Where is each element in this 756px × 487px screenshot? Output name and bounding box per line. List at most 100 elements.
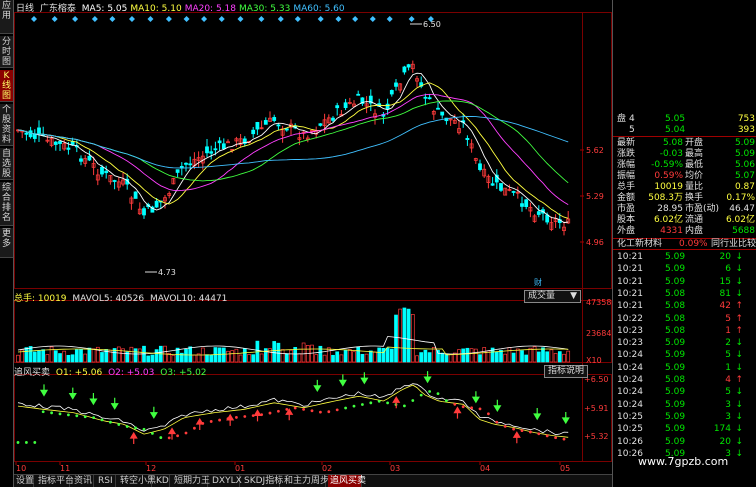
left-tab-5[interactable]: 综合排名 — [0, 182, 13, 226]
volume-bar — [87, 347, 92, 363]
left-tab-4[interactable]: 自选股 — [0, 148, 13, 180]
sell-arrow-icon — [39, 384, 49, 397]
finance-marker: 财 — [534, 277, 542, 287]
volume-bar — [352, 351, 356, 363]
sector-change: 0.09% — [679, 239, 708, 249]
buy-arrow-icon — [253, 409, 262, 422]
bottom-tab-1[interactable]: 指标平台 — [36, 475, 74, 487]
quote-field-row: 金额 508.3万 换手 0.17% — [613, 193, 756, 204]
volume-bar — [448, 354, 453, 363]
volume-bar — [263, 348, 268, 363]
quote-label: 市盈 — [617, 204, 636, 214]
indicator-dot — [277, 409, 280, 413]
bottom-tab-5[interactable]: KD — [154, 475, 170, 487]
indicator-help-button[interactable]: 指标说明 — [544, 365, 589, 378]
bottom-tab-3[interactable]: RSI — [96, 475, 116, 487]
volume-bar — [297, 353, 302, 363]
bottom-tab-9[interactable]: 和主力周步 — [282, 475, 329, 487]
quote-value: 5.08 — [662, 138, 683, 148]
tick-time: 10:21 — [617, 264, 643, 275]
order-book-row: 盘 4 5.05 753 — [613, 114, 756, 125]
indicator-dot — [428, 390, 431, 393]
volume-bar — [150, 354, 155, 363]
candle-body — [511, 191, 516, 193]
tick-price: 5.08 — [665, 313, 686, 324]
volume-bar — [520, 350, 524, 363]
volume-bar — [62, 350, 67, 363]
arrow-down-icon: ↓ — [735, 411, 743, 422]
quote-label: 最高 — [685, 149, 704, 159]
volume-axis-label: X10 — [586, 356, 602, 365]
volume-bar — [184, 349, 188, 363]
tick-row: 10:21 5.09 15 ↓ — [613, 276, 756, 288]
order-book-price: 5.04 — [665, 125, 686, 135]
tick-time: 10:24 — [617, 350, 643, 361]
bottom-tab-6[interactable]: 短期力王 — [172, 475, 210, 487]
quote-value: 46.47 — [729, 204, 755, 214]
volume-bar — [562, 353, 566, 363]
volume-bar — [545, 351, 550, 363]
left-tab-6[interactable]: 更多 — [0, 228, 13, 258]
indicator-dot — [50, 411, 53, 415]
tick-volume: 20 — [719, 252, 731, 262]
quote-value: -0.03 — [659, 149, 683, 159]
indicator-dot — [529, 430, 532, 434]
sector-row[interactable]: 化工新材料 0.09% 同行业比较 — [613, 238, 756, 250]
candle-body — [213, 148, 218, 151]
x-axis-label: 02 — [322, 464, 332, 473]
arrow-up-icon: ↑ — [735, 325, 743, 336]
indicator-dot — [503, 424, 507, 428]
volume-bar — [326, 347, 331, 363]
left-tab-3[interactable]: 个股资料 — [0, 104, 13, 146]
bottom-tab-8[interactable]: SKDJ指标 — [242, 475, 283, 487]
volume-bar — [381, 348, 386, 363]
signal-diamond — [147, 16, 154, 22]
volume-bar — [524, 354, 529, 363]
volume-bar — [536, 351, 541, 363]
tick-volume: 6 — [725, 264, 731, 275]
bottom-tab-7[interactable]: DXYLX — [210, 475, 242, 487]
signal-diamond — [408, 16, 415, 22]
indicator-line-1 — [17, 383, 569, 436]
volume-bar — [146, 355, 151, 363]
bottom-tab-4[interactable]: 转空小黑 — [118, 475, 156, 487]
quote-value: -0.59% — [651, 160, 683, 170]
indicator-dot — [285, 407, 289, 411]
volume-bar — [465, 347, 470, 363]
kline-chart[interactable]: 5.625.294.964735823684X10+6.50+5.91+5.32… — [14, 0, 612, 473]
tick-price: 5.09 — [665, 252, 686, 262]
tick-price: 5.09 — [665, 264, 686, 275]
arrow-down-icon: ↓ — [735, 338, 743, 349]
buy-arrow-icon — [226, 413, 235, 426]
bottom-tab-2[interactable]: 资讯 — [72, 475, 94, 487]
left-tab-0[interactable]: 应用 — [0, 0, 13, 34]
indicator-dot — [151, 432, 154, 435]
arrow-down-icon: ↓ — [735, 424, 743, 435]
arrow-down-icon: ↓ — [735, 436, 743, 447]
quote-value: 5688 — [732, 226, 755, 236]
arrow-down-icon: ↓ — [735, 288, 743, 299]
sell-arrow-icon — [110, 397, 119, 410]
tick-volume: 42 — [719, 301, 731, 312]
quote-value: 5.09 — [734, 149, 755, 159]
volume-indicator-select[interactable]: 成交量 ▼ — [524, 290, 581, 303]
quote-field-row: 外盘 4331 内盘 5688 — [613, 226, 756, 237]
indicator-dot — [562, 437, 566, 441]
indicator-dot — [520, 429, 524, 432]
candle-body — [58, 141, 62, 144]
high-price-label: 6.50 — [423, 20, 441, 29]
indicator-dot — [25, 441, 28, 444]
volume-bar — [32, 351, 37, 363]
signal-diamond — [294, 16, 301, 22]
bottom-tab-0[interactable]: 设置 — [14, 475, 34, 487]
bottom-tab-10[interactable]: 追风买卖 — [328, 475, 366, 487]
volume-bar — [373, 351, 377, 363]
left-tab-2[interactable]: K线图 — [0, 70, 13, 102]
left-tab-1[interactable]: 分时图 — [0, 36, 13, 68]
indicator-axis-label: +5.91 — [584, 404, 609, 413]
compare-link[interactable]: 同行业比较 — [711, 239, 756, 250]
indicator-dot — [167, 436, 171, 440]
quote-field-row: 涨跌 -0.03 最高 5.09 — [613, 149, 756, 160]
signal-diamond — [183, 16, 190, 22]
volume-bar — [226, 350, 230, 363]
